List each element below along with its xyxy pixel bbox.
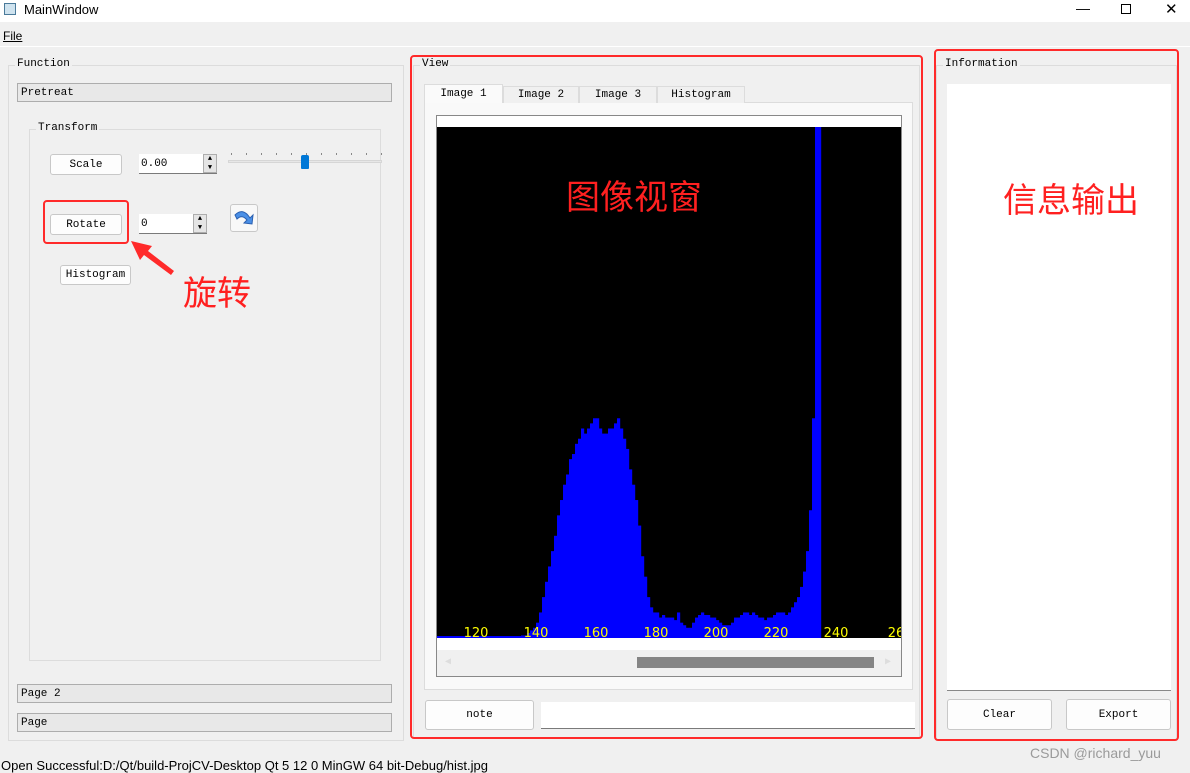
slider-tick <box>381 153 382 155</box>
slider-tick <box>231 153 232 155</box>
page-2[interactable]: Page 2 <box>17 684 392 703</box>
slider-handle[interactable] <box>301 155 309 169</box>
view-highlight-box <box>410 55 923 739</box>
slider-tick <box>276 153 277 155</box>
rotate-arrow-icon <box>234 211 254 225</box>
slider-tick <box>366 153 367 155</box>
info-highlight-box <box>934 49 1179 741</box>
slider-tick <box>321 153 322 155</box>
annotation-arrow-icon <box>131 241 174 275</box>
spin-arrows-icon[interactable]: ▲ ▼ <box>203 154 217 173</box>
slider-tick <box>351 153 352 155</box>
spin-arrows-icon[interactable]: ▲ ▼ <box>193 214 207 233</box>
scale-slider[interactable] <box>228 150 382 170</box>
function-title: Function <box>15 58 72 70</box>
scale-value: 0.00 <box>141 157 168 170</box>
maximize-icon[interactable] <box>1121 4 1131 14</box>
rotate-apply-button[interactable] <box>230 204 258 232</box>
window-title: MainWindow <box>24 2 99 17</box>
view-annotation: 图像视窗 <box>566 178 702 218</box>
slider-tick <box>261 153 262 155</box>
minimize-icon[interactable]: — <box>1076 0 1090 16</box>
menu-divider <box>0 46 1190 47</box>
slider-tick <box>336 153 337 155</box>
scale-spinbox[interactable]: 0.00 ▲ ▼ <box>139 154 217 174</box>
app-icon <box>4 3 16 15</box>
menu-file[interactable]: File <box>3 29 22 43</box>
status-message: Open Successful:D:/Qt/build-ProjCV-Deskt… <box>1 758 488 773</box>
slider-tick <box>246 153 247 155</box>
rotate-highlight-box <box>43 200 129 244</box>
info-annotation: 信息输出 <box>1003 181 1139 221</box>
transform-title: Transform <box>36 122 100 134</box>
page-3[interactable]: Page <box>17 713 392 732</box>
scale-button[interactable]: Scale <box>50 154 122 175</box>
slider-tick <box>291 153 292 155</box>
rotate-annotation: 旋转 <box>183 274 251 314</box>
histogram-button[interactable]: Histogram <box>60 265 131 285</box>
rotate-value: 0 <box>141 217 148 230</box>
close-icon[interactable]: ✕ <box>1165 0 1178 18</box>
watermark: CSDN @richard_yuu <box>1030 745 1161 761</box>
rotate-spinbox[interactable]: 0 ▲ ▼ <box>139 214 207 234</box>
title-bar: MainWindow — ✕ <box>0 0 1190 22</box>
page-pretreat[interactable]: Pretreat <box>17 83 392 102</box>
